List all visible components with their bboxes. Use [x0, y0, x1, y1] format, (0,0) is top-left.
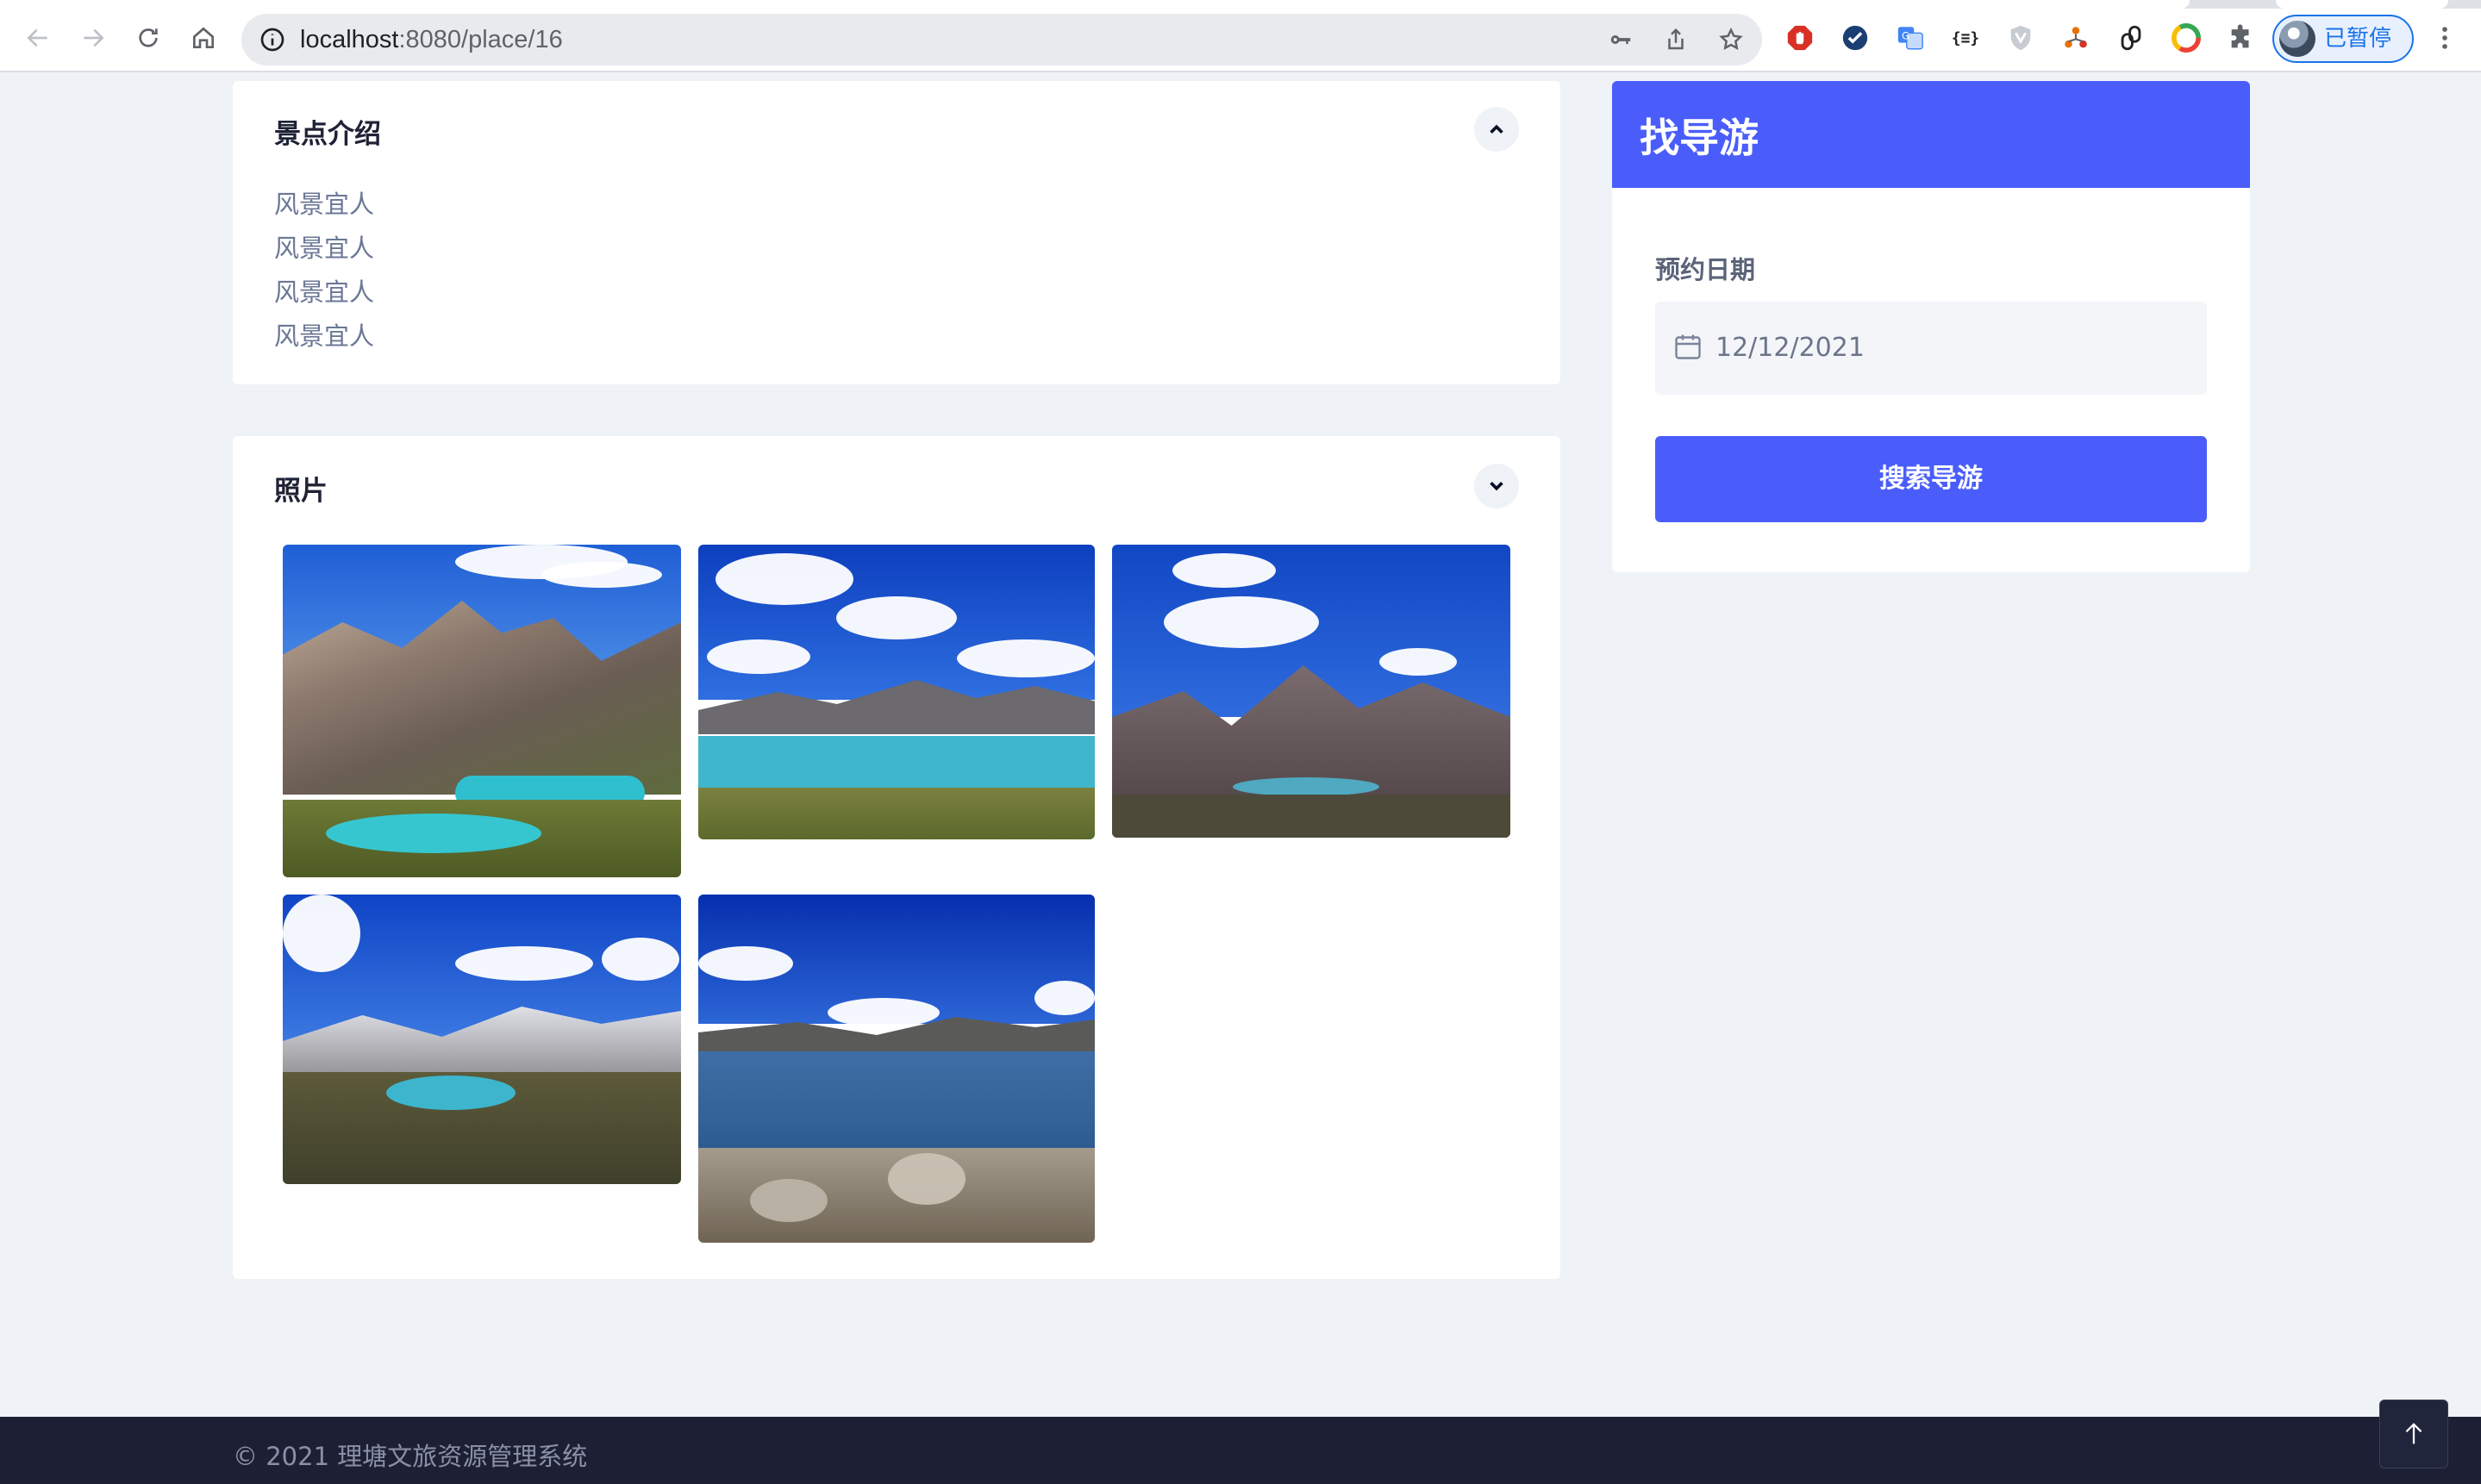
translate-extension-icon[interactable]: G: [1895, 22, 1926, 53]
reload-icon[interactable]: [131, 21, 166, 55]
find-guide-panel: 找导游 预约日期 12/12/2021 搜索导游: [1612, 81, 2250, 572]
intro-title: 景点介绍: [274, 119, 381, 150]
key-icon[interactable]: [1607, 26, 1634, 53]
color-extension-icon[interactable]: [2171, 22, 2202, 53]
json-extension-icon[interactable]: {≡}: [1950, 22, 1981, 53]
intro-card: 景点介绍 风景宜人 风景宜人 风景宜人 风景宜人: [233, 81, 1560, 384]
forward-icon[interactable]: [76, 21, 110, 55]
avatar: [2279, 21, 2315, 57]
photo-thumbnail[interactable]: [283, 895, 681, 1184]
intro-line: 风景宜人: [274, 277, 375, 307]
shield-extension-icon[interactable]: [2005, 22, 2036, 53]
find-guide-title: 找导游: [1640, 115, 1759, 161]
intro-line: 风景宜人: [274, 321, 375, 351]
tree-extension-icon[interactable]: [2060, 22, 2091, 53]
back-icon[interactable]: [21, 21, 55, 55]
calendar-icon: [1672, 331, 1703, 362]
profile-status-label: 已暂停: [2324, 26, 2392, 52]
other-tab[interactable]: [2276, 0, 2448, 9]
share-icon[interactable]: [1662, 26, 1690, 53]
svg-text:G: G: [1902, 29, 1909, 41]
info-icon[interactable]: [259, 26, 286, 53]
copyright-text: © 2021 理塘文旅资源管理系统: [233, 1442, 588, 1471]
tab-strip: [0, 0, 2481, 9]
more-vertical-icon[interactable]: [2429, 22, 2460, 53]
photos-title: 照片: [274, 476, 328, 507]
star-icon[interactable]: [1717, 26, 1745, 53]
photo-thumbnail[interactable]: [1112, 545, 1510, 838]
search-guide-button[interactable]: 搜索导游: [1655, 436, 2207, 522]
url-host: localhost: [300, 26, 399, 53]
browser-toolbar: localhost:8080/place/16 G {≡} 已暂停: [0, 0, 2481, 72]
url-text[interactable]: localhost:8080/place/16: [300, 14, 563, 65]
url-path: :8080/place/16: [398, 26, 563, 53]
find-guide-header: 找导游: [1612, 81, 2250, 188]
photos-card: 照片: [233, 436, 1560, 1279]
adblock-extension-icon[interactable]: [1784, 22, 1815, 53]
intro-line: 风景宜人: [274, 234, 375, 263]
check-extension-icon[interactable]: [1840, 22, 1871, 53]
footer: © 2021 理塘文旅资源管理系统: [0, 1417, 2481, 1484]
profile-button[interactable]: 已暂停: [2272, 15, 2414, 63]
intro-line: 风景宜人: [274, 190, 375, 219]
home-icon[interactable]: [186, 21, 221, 55]
chevron-up-icon[interactable]: [1474, 107, 1519, 152]
json-extension-label: {≡}: [1951, 28, 1980, 47]
photo-thumbnail[interactable]: [698, 895, 1095, 1243]
photo-thumbnail[interactable]: [698, 545, 1095, 839]
arrow-up-icon[interactable]: [2379, 1400, 2448, 1468]
date-value: 12/12/2021: [1715, 333, 1865, 363]
chevron-down-icon[interactable]: [1474, 464, 1519, 508]
puzzle-icon[interactable]: [2226, 22, 2257, 53]
address-bar[interactable]: localhost:8080/place/16: [241, 14, 1762, 65]
link-extension-icon[interactable]: [2115, 22, 2147, 53]
active-tab[interactable]: [0, 0, 2190, 9]
date-field[interactable]: 12/12/2021: [1655, 302, 2207, 395]
photo-thumbnail[interactable]: [283, 545, 681, 877]
date-label: 预约日期: [1655, 255, 1756, 284]
intro-text-list: 风景宜人 风景宜人 风景宜人 风景宜人: [274, 183, 374, 359]
